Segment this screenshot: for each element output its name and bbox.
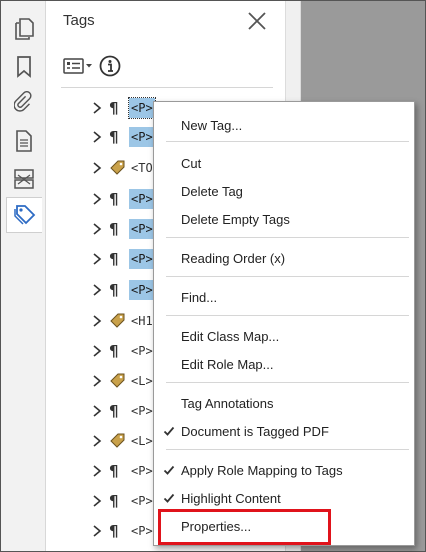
tag-label-icon — [109, 159, 125, 177]
chevron-right-icon[interactable] — [91, 344, 103, 358]
tag-label: <P> — [131, 464, 153, 478]
tag-label: <L> — [131, 374, 153, 388]
chevron-right-icon[interactable] — [91, 222, 103, 236]
menu-separator — [166, 449, 409, 450]
checkmark-icon — [163, 464, 175, 476]
menu-item-find[interactable]: Find... — [154, 286, 414, 310]
navigation-toolbar — [1, 1, 46, 551]
chevron-right-icon[interactable] — [91, 161, 103, 175]
menu-item-label: Cut — [181, 156, 202, 171]
paragraph-icon: ¶ — [109, 462, 119, 480]
menu-separator — [166, 141, 409, 142]
order-icon[interactable] — [10, 165, 38, 193]
chevron-right-icon[interactable] — [91, 283, 103, 297]
paragraph-icon: ¶ — [109, 342, 119, 360]
chevron-right-icon[interactable] — [91, 101, 103, 115]
tag-label: <P> — [131, 344, 153, 358]
tag-icon[interactable] — [6, 197, 42, 233]
panel-toolbar — [63, 53, 121, 79]
menu-item-tag-annotations[interactable]: Tag Annotations — [154, 392, 414, 416]
menu-item-label: Highlight Content — [181, 491, 281, 506]
tag-label-icon — [109, 312, 125, 330]
menu-item-document-is-tagged-pdf[interactable]: Document is Tagged PDF — [154, 420, 414, 444]
tag-label: <L> — [131, 434, 153, 448]
chevron-right-icon[interactable] — [91, 404, 103, 418]
tag-label: <P> — [128, 97, 156, 119]
menu-separator — [166, 382, 409, 383]
menu-item-label: Apply Role Mapping to Tags — [181, 463, 343, 478]
menu-item-reading-order[interactable]: Reading Order (x) — [154, 247, 414, 271]
menu-item-label: Tag Annotations — [181, 396, 274, 411]
paragraph-icon: ¶ — [109, 220, 119, 238]
menu-separator — [166, 276, 409, 277]
paragraph-icon: ¶ — [109, 190, 119, 208]
menu-item-new-tag[interactable]: New Tag... — [154, 114, 414, 138]
chevron-right-icon[interactable] — [91, 192, 103, 206]
menu-item-label: Delete Empty Tags — [181, 212, 290, 227]
checkmark-icon — [163, 492, 175, 504]
tag-label: <P> — [129, 280, 155, 300]
menu-item-edit-role-map[interactable]: Edit Role Map... — [154, 353, 414, 377]
menu-item-label: Edit Class Map... — [181, 329, 280, 344]
menu-item-label: Reading Order (x) — [181, 251, 286, 266]
menu-item-delete-empty-tags[interactable]: Delete Empty Tags — [154, 208, 414, 232]
properties-callout — [158, 509, 331, 545]
menu-item-apply-role-mapping[interactable]: Apply Role Mapping to Tags — [154, 459, 414, 483]
paragraph-icon: ¶ — [109, 402, 119, 420]
tag-label: <P> — [131, 524, 153, 538]
document-icon[interactable] — [10, 127, 38, 155]
tag-label: <P> — [131, 494, 153, 508]
info-icon[interactable] — [99, 55, 121, 77]
tag-label: <P> — [131, 404, 153, 418]
menu-item-edit-class-map[interactable]: Edit Class Map... — [154, 325, 414, 349]
chevron-right-icon[interactable] — [91, 434, 103, 448]
bookmark-icon[interactable] — [10, 53, 38, 81]
menu-item-cut[interactable]: Cut — [154, 152, 414, 176]
tag-options-icon[interactable] — [63, 57, 93, 75]
panel-title: Tags — [63, 12, 95, 29]
menu-item-delete-tag[interactable]: Delete Tag — [154, 180, 414, 204]
context-menu: New Tag... Cut Delete Tag Delete Empty Tags… — [153, 101, 415, 546]
chevron-right-icon[interactable] — [91, 374, 103, 388]
paragraph-icon: ¶ — [109, 128, 119, 146]
close-icon[interactable] — [246, 10, 268, 32]
paperclip-icon[interactable] — [10, 89, 38, 117]
chevron-right-icon[interactable] — [91, 524, 103, 538]
toolbar-divider — [61, 87, 273, 88]
tag-label: <P> — [129, 249, 155, 269]
chevron-right-icon[interactable] — [91, 252, 103, 266]
tag-label: <TO — [131, 161, 153, 175]
chevron-right-icon[interactable] — [91, 494, 103, 508]
tag-label: <P> — [129, 127, 155, 147]
menu-item-highlight-content[interactable]: Highlight Content — [154, 487, 414, 511]
checkmark-icon — [163, 425, 175, 437]
tag-label: <P> — [129, 189, 155, 209]
menu-separator — [166, 237, 409, 238]
paragraph-icon: ¶ — [109, 250, 119, 268]
chevron-right-icon[interactable] — [91, 314, 103, 328]
chevron-right-icon[interactable] — [91, 464, 103, 478]
menu-separator — [166, 315, 409, 316]
paragraph-icon: ¶ — [109, 281, 119, 299]
tag-label-icon — [109, 432, 125, 450]
tag-label-icon — [109, 372, 125, 390]
pages-icon[interactable] — [10, 15, 38, 43]
menu-item-label: Edit Role Map... — [181, 357, 274, 372]
menu-item-label: Delete Tag — [181, 184, 243, 199]
menu-item-label: New Tag... — [181, 118, 243, 133]
tag-label: <P> — [129, 219, 155, 239]
paragraph-icon: ¶ — [109, 522, 119, 540]
paragraph-icon: ¶ — [109, 99, 119, 117]
menu-item-label: Find... — [181, 290, 218, 305]
menu-item-label: Document is Tagged PDF — [181, 424, 329, 439]
chevron-right-icon[interactable] — [91, 130, 103, 144]
paragraph-icon: ¶ — [109, 492, 119, 510]
tree-row[interactable]: ¶<P> — [47, 548, 285, 552]
tag-label: <H1 — [131, 314, 153, 328]
